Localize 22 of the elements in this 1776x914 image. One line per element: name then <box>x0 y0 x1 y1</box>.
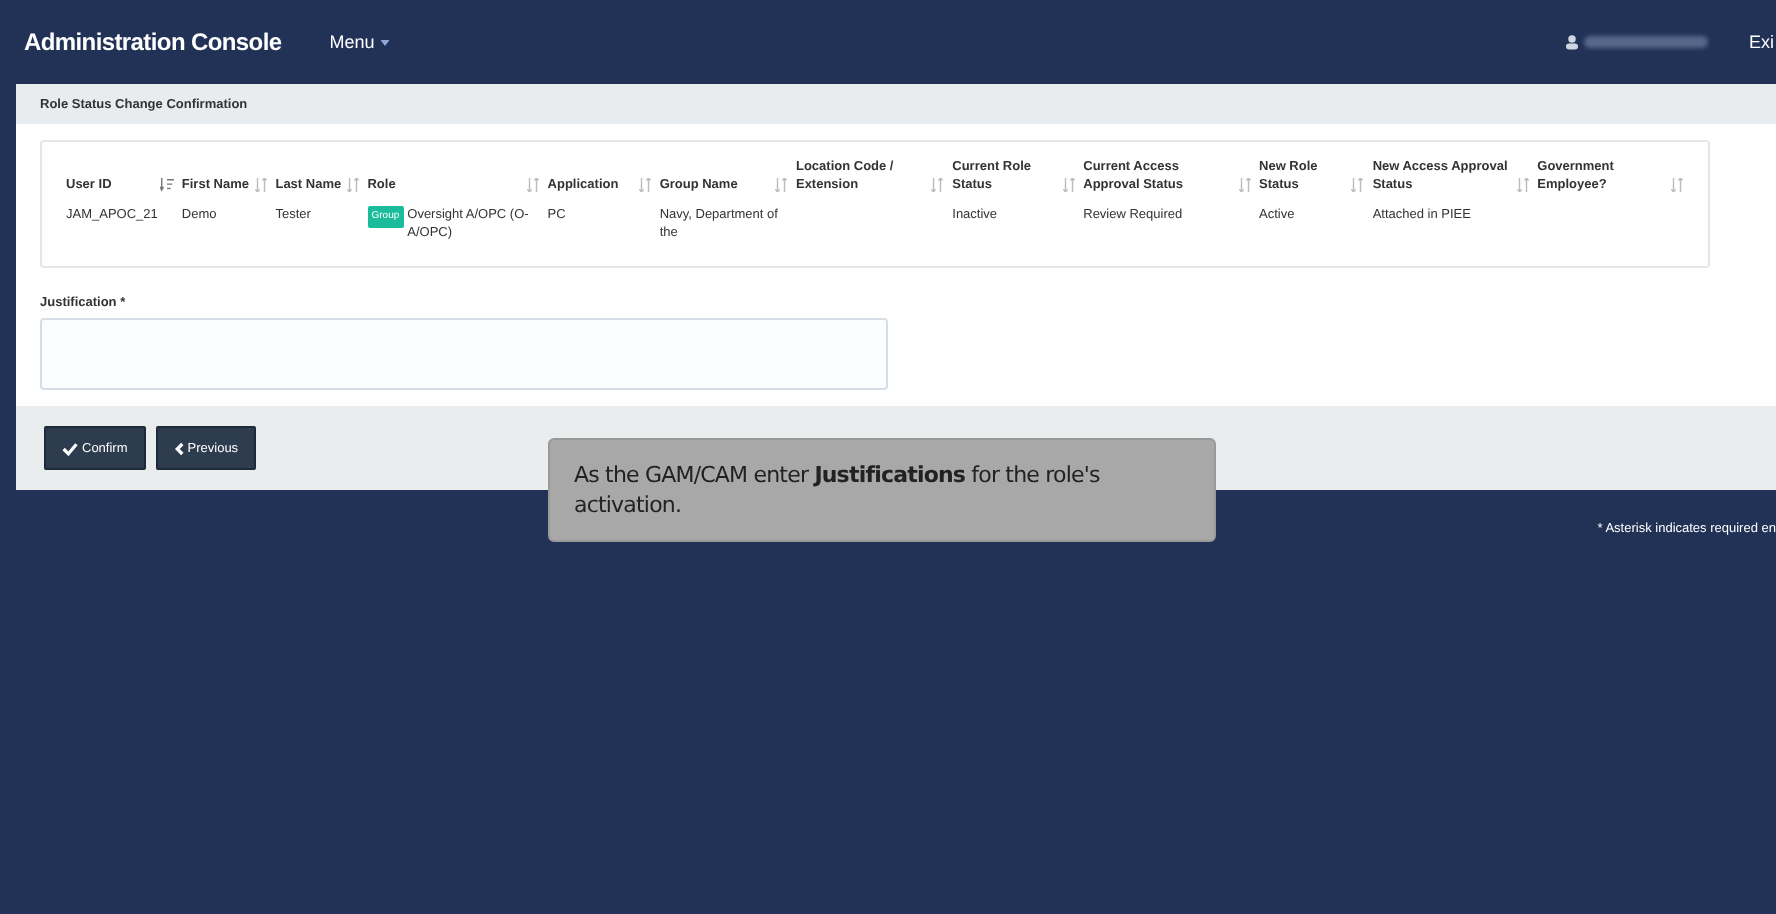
sort-descending-icon[interactable] <box>159 178 174 192</box>
sort-icon[interactable] <box>253 178 268 192</box>
sort-icon[interactable] <box>1670 178 1684 192</box>
sort-icon[interactable] <box>637 178 652 192</box>
chevron-left-icon <box>173 441 184 455</box>
user-icon <box>1566 34 1579 50</box>
sort-icon[interactable] <box>1515 178 1530 192</box>
app-title: Administration Console <box>24 28 282 56</box>
tooltip: As the GAM/CAM enter Justifications for the role's activation. <box>548 438 1216 542</box>
menu-link[interactable]: Menu <box>329 32 390 52</box>
justification-field[interactable] <box>40 318 888 390</box>
caret-icon <box>379 40 390 47</box>
exit-link[interactable]: Exi <box>1748 32 1774 52</box>
sort-icon[interactable] <box>1350 178 1365 192</box>
sort-icon[interactable] <box>930 178 945 192</box>
checkmark-icon <box>62 441 78 455</box>
sort-icon[interactable] <box>773 178 788 192</box>
sort-icon[interactable] <box>1237 178 1252 192</box>
sort-icon[interactable] <box>525 178 540 192</box>
sort-icon[interactable] <box>345 178 360 192</box>
sort-icon[interactable] <box>1061 178 1076 192</box>
redacted-username <box>1584 36 1709 48</box>
